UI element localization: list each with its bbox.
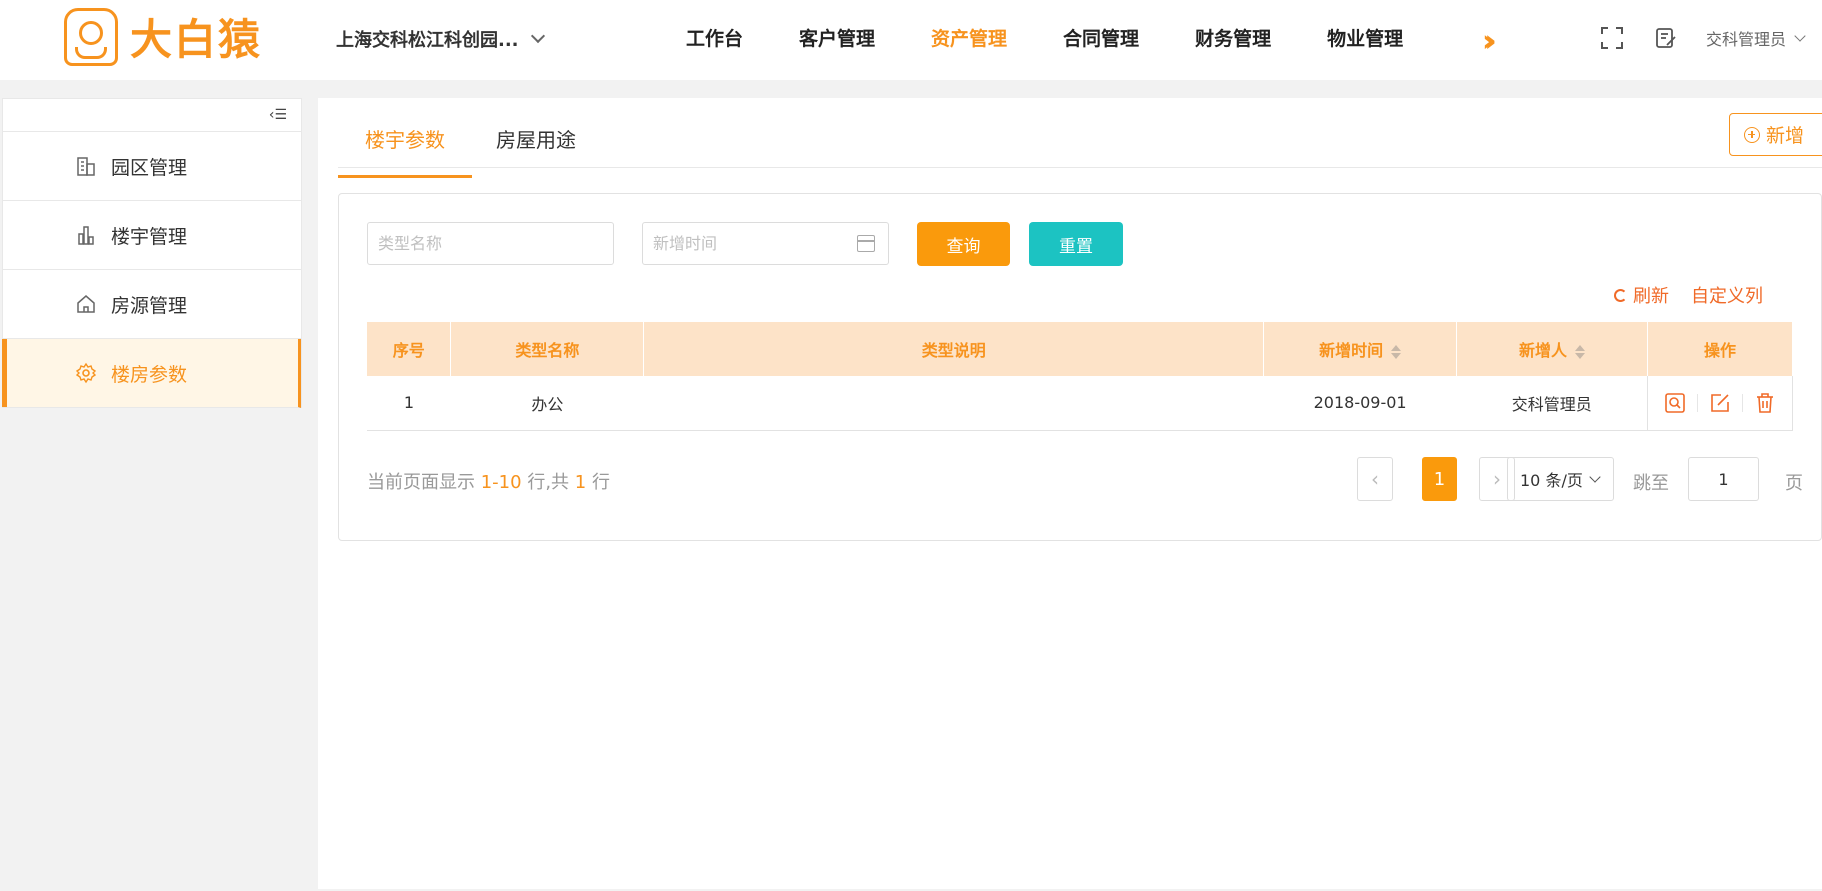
- column-header-created-time[interactable]: 新增时间: [1263, 322, 1458, 376]
- page-size-value: 10 条/页: [1520, 471, 1583, 490]
- sidebar-item-housing[interactable]: 房源管理: [3, 270, 301, 339]
- data-table: 序号 类型名称 类型说明 新增时间 新增人 操作 1 办公 2018-09-01…: [367, 322, 1794, 431]
- query-button[interactable]: 查询: [917, 222, 1010, 266]
- sidebar-item-label: 房源管理: [111, 294, 188, 317]
- sort-icon[interactable]: [1391, 344, 1402, 360]
- page-info-prefix: 当前页面显示: [367, 472, 475, 493]
- page-size-select[interactable]: 10 条/页: [1507, 457, 1614, 501]
- date-input[interactable]: [642, 222, 889, 265]
- user-menu[interactable]: 交科管理员: [1706, 26, 1806, 50]
- nav-item-customers[interactable]: 客户管理: [799, 24, 875, 51]
- page-range: 1-10: [480, 472, 522, 493]
- refresh-link[interactable]: 刷新: [1614, 282, 1669, 308]
- column-header-creator[interactable]: 新增人: [1456, 322, 1648, 376]
- note-edit-icon[interactable]: [1654, 26, 1678, 50]
- column-header-index: 序号: [367, 322, 452, 376]
- collapse-menu-icon[interactable]: ‹☰: [269, 107, 287, 123]
- nav-item-contracts[interactable]: 合同管理: [1063, 24, 1139, 51]
- type-name-input[interactable]: [367, 222, 614, 265]
- sort-icon[interactable]: [1575, 344, 1586, 360]
- page-total: 1: [574, 472, 587, 493]
- column-header-label: 新增时间: [1319, 341, 1384, 360]
- calendar-icon: [857, 235, 875, 252]
- nav-item-assets[interactable]: 资产管理: [931, 24, 1007, 51]
- refresh-icon: [1614, 288, 1627, 302]
- monkey-logo-icon: [64, 7, 118, 66]
- chevron-down-icon: [530, 28, 545, 44]
- collapse-row: ‹☰: [3, 99, 301, 132]
- custom-columns-link[interactable]: 自定义列: [1691, 282, 1763, 308]
- main-content: 楼宇参数 房屋用途 新增 查询 重置 刷新 自定义列 序号 类型名称: [318, 98, 1822, 889]
- reset-button[interactable]: 重置: [1029, 222, 1123, 266]
- gear-icon: [75, 362, 97, 384]
- fullscreen-icon[interactable]: [1600, 26, 1624, 50]
- tab-building-params[interactable]: 楼宇参数: [338, 124, 472, 178]
- prev-page-button[interactable]: ‹: [1357, 457, 1393, 501]
- sidebar-item-label: 楼房参数: [111, 363, 188, 386]
- cell-creator: 交科管理员: [1456, 376, 1648, 431]
- jump-page-input[interactable]: [1688, 457, 1759, 501]
- edit-icon[interactable]: [1708, 391, 1732, 415]
- logo-text: 大白猿: [130, 15, 263, 64]
- table-header-row: 序号 类型名称 类型说明 新增时间 新增人 操作: [367, 322, 1794, 376]
- top-header: 大白猿 上海交科松江科创园... 工作台 客户管理 资产管理 合同管理 财务管理…: [0, 0, 1822, 80]
- table-row: 1 办公 2018-09-01 交科管理员: [367, 376, 1794, 431]
- page-info-mid: 行,共: [527, 472, 570, 493]
- page-info: 当前页面显示 1-10 行,共 1 行: [367, 468, 610, 494]
- sidebar-item-building-params[interactable]: 楼房参数: [2, 339, 301, 408]
- refresh-label: 刷新: [1633, 286, 1669, 307]
- column-header-type-name: 类型名称: [450, 322, 645, 376]
- cell-type-desc: [643, 376, 1264, 431]
- building-icon: [77, 157, 95, 176]
- sidebar-item-parks[interactable]: 园区管理: [3, 132, 301, 201]
- page-label: 页: [1785, 473, 1803, 494]
- date-picker[interactable]: [642, 222, 889, 265]
- cell-index: 1: [367, 376, 451, 431]
- sidebar-item-label: 楼宇管理: [111, 225, 188, 248]
- tab-house-usage[interactable]: 房屋用途: [496, 124, 576, 175]
- park-name: 上海交科松江科创园...: [336, 30, 519, 51]
- column-header-actions: 操作: [1647, 322, 1794, 376]
- view-icon[interactable]: [1663, 391, 1687, 415]
- page-info-suffix: 行: [591, 472, 610, 493]
- house-icon: [77, 295, 95, 313]
- bar-chart-icon: [78, 226, 94, 245]
- double-chevron-right-icon[interactable]: ››: [1482, 24, 1496, 59]
- park-selector[interactable]: 上海交科松江科创园...: [336, 26, 545, 52]
- cell-created-time: 2018-09-01: [1263, 376, 1457, 431]
- jump-label: 跳至: [1633, 473, 1669, 494]
- tab-bar: 楼宇参数 房屋用途: [338, 98, 1822, 178]
- sidebar-item-label: 园区管理: [111, 156, 188, 179]
- sidebar: ‹☰ 园区管理 楼宇管理 房源管理 楼房参数: [2, 98, 302, 408]
- cell-actions: [1646, 376, 1794, 431]
- add-button[interactable]: 新增: [1729, 113, 1822, 156]
- sidebar-item-buildings[interactable]: 楼宇管理: [3, 201, 301, 270]
- nav-item-finance[interactable]: 财务管理: [1195, 24, 1271, 51]
- page-button-1[interactable]: 1: [1422, 457, 1457, 501]
- nav-item-property[interactable]: 物业管理: [1327, 24, 1403, 51]
- cell-type-name: 办公: [450, 376, 644, 431]
- add-button-label: 新增: [1766, 125, 1805, 147]
- content-panel: 查询 重置 刷新 自定义列 序号 类型名称 类型说明 新增时间 新增人 操作: [338, 193, 1822, 541]
- delete-icon[interactable]: [1753, 391, 1777, 415]
- logo[interactable]: 大白猿: [64, 6, 262, 67]
- column-header-label: 新增人: [1519, 341, 1568, 360]
- main-nav: 工作台 客户管理 资产管理 合同管理 财务管理 物业管理: [686, 0, 1459, 74]
- nav-item-workbench[interactable]: 工作台: [686, 24, 743, 51]
- table-toolbar: 刷新 自定义列: [1614, 282, 1763, 308]
- user-name: 交科管理员: [1706, 30, 1787, 49]
- chevron-down-icon: [1589, 471, 1601, 483]
- chevron-down-icon: [1794, 29, 1806, 42]
- column-header-type-desc: 类型说明: [643, 322, 1265, 376]
- plus-circle-icon: [1744, 126, 1760, 143]
